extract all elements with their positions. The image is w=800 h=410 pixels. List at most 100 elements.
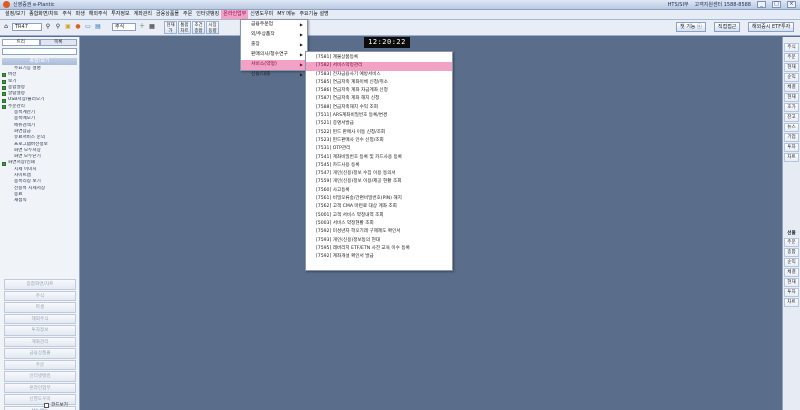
sidebar-section-button[interactable]: 종합화면/차트 (4, 279, 76, 290)
sidebar-section-button[interactable]: 주문 (4, 359, 76, 370)
submenu-item[interactable]: [7521] 증명서발급 (306, 120, 452, 128)
calendar-icon[interactable]: ▦ (148, 23, 156, 31)
sidebar-section-button[interactable]: 인터넷뱅킹 (4, 371, 76, 382)
folder-expand-icon[interactable] (2, 98, 6, 103)
submenu-item[interactable]: [7541] 계좌비밀번호 등록 및 카드사용 등록 (306, 154, 452, 162)
monitor-icon[interactable]: ▭ (84, 23, 92, 31)
sidebar-search-input[interactable] (2, 48, 77, 55)
close-icon[interactable]: × (787, 1, 796, 8)
menu-item[interactable]: 계좌관리 (132, 10, 154, 19)
tab-list[interactable]: 목록 (39, 39, 77, 46)
quick-button[interactable]: 호가 (784, 103, 799, 112)
code-view-toggle[interactable]: 코드보기 (44, 402, 68, 408)
toolbar-right-button-1[interactable]: 챗 기능 ⓒ (676, 22, 706, 32)
menu-item[interactable]: 파생 (74, 10, 87, 19)
add-icon[interactable]: ＋ (138, 23, 146, 31)
menu-item[interactable]: 투자정보 (109, 10, 131, 19)
quick-button[interactable]: 차트 (784, 153, 799, 162)
sidebar-section-button[interactable]: 계좌관리 (4, 336, 76, 347)
submenu-item[interactable]: [5001] 고객 서비스 약정내역 조회 (306, 212, 452, 220)
tree-item[interactable]: 재접속 (2, 198, 77, 204)
quick-button[interactable]: 순익 (784, 258, 799, 267)
quick-button[interactable]: 주문 (784, 53, 799, 62)
dropdown-item[interactable]: 출장 ▶ (241, 40, 307, 50)
submenu-item[interactable]: [7531] OTP관리 (306, 145, 452, 153)
tab-tree[interactable]: 트리 (2, 39, 40, 46)
submenu-item[interactable]: [7523] 펀드판매사 인수 신청/조회 (306, 137, 452, 145)
dropdown-item[interactable]: 서비스(약정) ▶ (241, 60, 307, 70)
toolbar-right-button-3[interactable]: 해외증시 ETF투자 (748, 22, 795, 32)
menu-item[interactable]: 인터넷뱅킹 (194, 10, 221, 19)
quick-button[interactable]: 순익 (784, 73, 799, 82)
submenu-item[interactable]: [7593] 개인(신용)정보동의 현대 (306, 237, 452, 245)
quick-button[interactable]: 잔고 (784, 113, 799, 122)
menu-item[interactable]: 온라인업무 (221, 10, 249, 19)
checkbox-icon[interactable] (44, 402, 49, 408)
submenu-item[interactable]: [7522] 펀드 판매사 이동 신청/조회 (306, 129, 452, 137)
submenu-item[interactable]: [7581] 계불상품등록 (306, 54, 452, 62)
submenu-item[interactable]: [7560] 사고등록 (306, 187, 452, 195)
submenu-item[interactable]: [7547] 개인(신용)정보 수집 이용 동의서 (306, 170, 452, 178)
quick-button[interactable]: 주문 (784, 238, 799, 247)
sidebar-section-button[interactable]: 해외주식 (4, 313, 76, 324)
dropdown-item[interactable]: 외/주상품작 ▶ (241, 30, 307, 40)
quick-button[interactable]: 주식 (784, 43, 799, 52)
toolbar-button-chart[interactable]: 통합차트 (178, 21, 191, 34)
quick-button[interactable]: 종합 (784, 248, 799, 257)
quick-button[interactable]: 차트 (784, 298, 799, 307)
submenu-item[interactable]: [7583] 전자금융사기 예방서비스 (306, 71, 452, 79)
folder-expand-icon[interactable] (2, 161, 6, 166)
submenu-item[interactable]: [7545] 카드사용 등록 (306, 162, 452, 170)
dropdown-item[interactable]: 금융주문업 ▶ (241, 20, 307, 30)
menu-item[interactable]: 금융상품몰 (154, 10, 181, 19)
menu-item[interactable]: 해외주식 (87, 10, 109, 19)
menu-item[interactable]: 주요기능 설명 (297, 10, 330, 19)
submenu-item[interactable]: [7511] ARS계좌비밀번호 등록/변경 (306, 112, 452, 120)
submenu-item[interactable]: [7582] 서비스약정관리 (306, 62, 452, 71)
minimize-icon[interactable]: _ (757, 1, 766, 8)
menu-item[interactable]: MY 메뉴 (275, 10, 297, 19)
submenu-item[interactable]: [5003] 서비스 약정현황 조회 (306, 220, 452, 228)
quick-button[interactable]: 기업 (784, 133, 799, 142)
submenu-item[interactable]: [7561] 비밀오류송/간편비밀번호(PIN) 해지 (306, 195, 452, 203)
sidebar-section-button[interactable]: 온라인업무 (4, 382, 76, 393)
submenu-item[interactable]: [7585] 연금저축 계좌이체 신청/취소 (306, 79, 452, 87)
submenu-item[interactable]: [7592] 미성년자 학오기래 구제제도 확인서 (306, 228, 452, 236)
quick-button[interactable]: 체결 (784, 268, 799, 277)
quick-button[interactable]: 현재 (784, 63, 799, 72)
quick-button[interactable]: 현재 (784, 278, 799, 287)
submenu-item[interactable]: [7592] 계좌개설 확인서 발급 (306, 253, 452, 261)
folder-icon[interactable]: ▣ (64, 23, 72, 31)
folder-expand-icon[interactable] (2, 92, 6, 97)
menu-item[interactable]: 설정/보기 (3, 10, 27, 19)
menu-item[interactable]: 주식 (60, 10, 73, 19)
sidebar-section-button[interactable]: 금융상품몰 (4, 348, 76, 359)
sidebar-section-button[interactable]: 파생 (4, 302, 76, 313)
submenu-item[interactable]: [7562] 고객 CMA 마련료 대상 계좌 조회 (306, 203, 452, 211)
menu-item[interactable]: 신영도우미 (248, 10, 275, 19)
window-icon[interactable]: ▤ (94, 23, 102, 31)
toolbar-right-button-2[interactable]: 직접접근 (714, 22, 741, 32)
folder-expand-icon[interactable] (2, 104, 6, 109)
submenu-item[interactable]: [7587] 연금저축 계좌 해지 신청 (306, 95, 452, 103)
submenu-item[interactable]: [7588] 연금저축해지 수익 조회 (306, 104, 452, 112)
quick-button[interactable]: 체결 (784, 83, 799, 92)
menu-item[interactable]: 주문 (181, 10, 194, 19)
folder-expand-icon[interactable] (2, 79, 6, 84)
submenu-item[interactable]: [7559] 개인(신용)정보 이용/제공 현황 조회 (306, 178, 452, 186)
toolbar-button-condition[interactable]: 조건종합 (192, 21, 205, 34)
dropdown-item[interactable]: 판매의사/청수연구 ▶ (241, 50, 307, 60)
toolbar-button-current[interactable]: 현재가 (164, 21, 177, 34)
sidebar-section-button[interactable]: 투자정보 (4, 325, 76, 336)
submenu-item[interactable]: [7595] 레버리지 ETF/ETN 사전 교육 이수 등록 (306, 245, 452, 253)
submenu-item[interactable]: [7586] 연금저축 계좌 자금계좌 신청 (306, 87, 452, 95)
maximize-icon[interactable]: □ (772, 1, 781, 8)
quick-button[interactable]: 현재 (784, 93, 799, 102)
folder-expand-icon[interactable] (2, 86, 6, 91)
folder-expand-icon[interactable] (2, 73, 6, 78)
zoom-icon[interactable]: ⚲ (54, 23, 62, 31)
quick-button[interactable]: 투자 (784, 143, 799, 152)
search-icon[interactable]: ⚲ (44, 23, 52, 31)
stock-combo[interactable]: 주식 (112, 23, 136, 31)
sidebar-header[interactable]: 종합/보기 (2, 58, 77, 65)
